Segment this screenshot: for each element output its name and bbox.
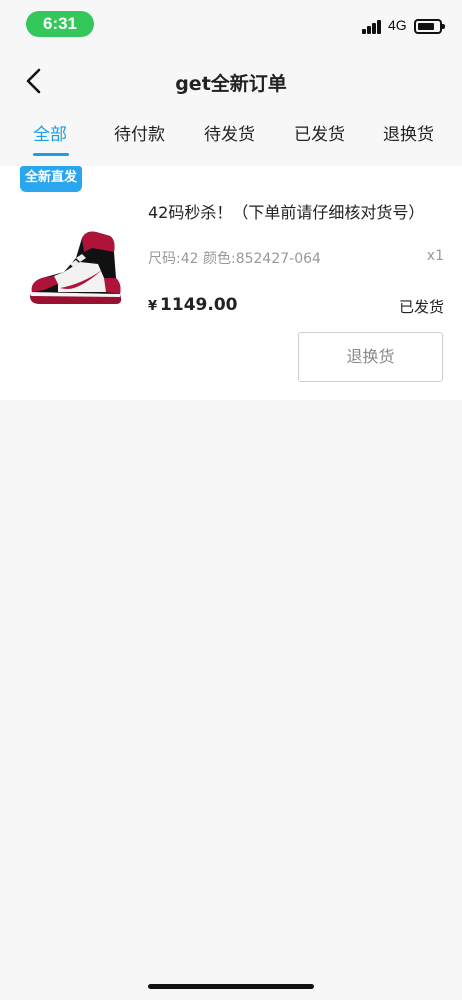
- currency-symbol: ¥: [148, 299, 158, 314]
- direct-ship-badge: 全新直发: [20, 166, 82, 192]
- order-price: ¥1149.00: [148, 295, 237, 315]
- return-exchange-button[interactable]: 退换货: [298, 332, 443, 382]
- tab-all[interactable]: 全部: [33, 120, 67, 145]
- tab-returns[interactable]: 退换货: [383, 120, 434, 145]
- order-status: 已发货: [398, 298, 444, 316]
- order-tabs: 全部 待付款 待发货 已发货 退换货: [0, 110, 462, 156]
- order-card[interactable]: 全新直发 42码秒杀！（下单前请仔细核对货号） 尺码:42 颜色:852427-…: [0, 166, 462, 400]
- price-value: 1149.00: [160, 295, 238, 315]
- tab-shipped[interactable]: 已发货: [294, 120, 345, 145]
- battery-icon: [414, 19, 445, 34]
- active-tab-indicator: [33, 153, 69, 156]
- home-indicator: [148, 984, 314, 989]
- status-time: 6:31: [26, 11, 94, 37]
- product-quantity: x1: [426, 248, 444, 264]
- page-title: get全新订单: [175, 73, 287, 95]
- network-type-label: 4G: [388, 17, 407, 33]
- nav-bar: get全新订单: [0, 50, 462, 110]
- cellular-signal-icon: [362, 20, 384, 34]
- product-image: [30, 231, 122, 304]
- product-spec: 尺码:42 颜色:852427-064: [148, 251, 321, 267]
- tab-pending-payment[interactable]: 待付款: [114, 120, 165, 145]
- product-title: 42码秒杀！（下单前请仔细核对货号）: [148, 203, 425, 222]
- tab-pending-shipment[interactable]: 待发货: [204, 120, 255, 145]
- status-bar: 6:31 4G: [0, 0, 462, 50]
